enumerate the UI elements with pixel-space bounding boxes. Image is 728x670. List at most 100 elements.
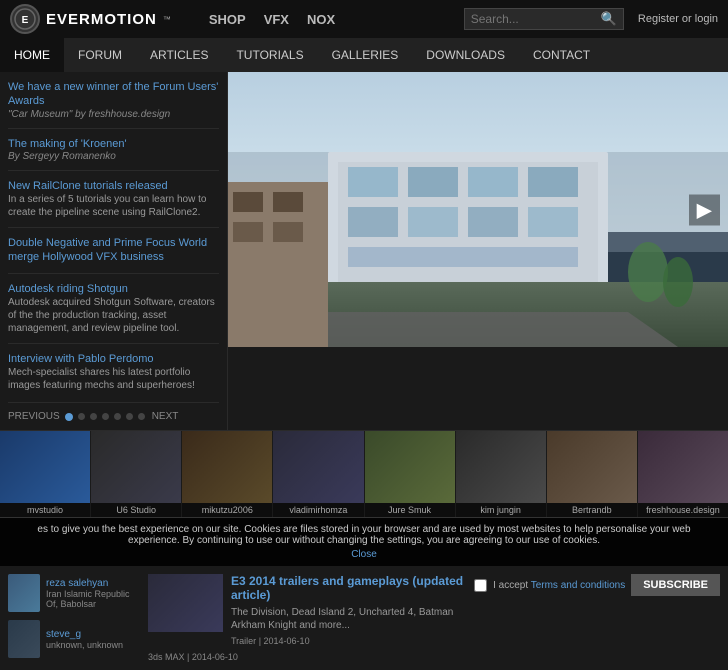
article-title[interactable]: E3 2014 trailers and gameplays (updated …: [231, 574, 464, 602]
thumb-label-1: U6 Studio: [91, 503, 181, 517]
terms-label-prefix: I accept: [493, 580, 531, 591]
news-title-5[interactable]: Interview with Pablo Perdomo: [8, 352, 219, 366]
top-nav: SHOP VFX NOX: [209, 12, 335, 27]
brand-name: EVERMOTION: [46, 11, 157, 28]
news-item-4: Autodesk riding Shotgun Autodesk acquire…: [8, 282, 219, 344]
thumb-img-6: [547, 431, 637, 503]
news-title-0[interactable]: We have a new winner of the Forum Users'…: [8, 80, 219, 109]
subscribe-button[interactable]: SUBSCRIBE: [631, 574, 720, 596]
nav-tutorials[interactable]: TUTORIALS: [222, 38, 317, 72]
nav-galleries[interactable]: GALLERIES: [318, 38, 413, 72]
news-sub-0: "Car Museum" by freshhouse.design: [8, 109, 219, 120]
next-button[interactable]: NEXT: [152, 411, 179, 422]
prev-button[interactable]: PREVIOUS: [8, 411, 60, 422]
news-sub-1: By Sergeyy Romanenko: [8, 151, 219, 162]
user-card-1: steve_g unknown, unknown: [8, 620, 138, 658]
avatar-1: [8, 620, 40, 658]
nav-contact[interactable]: CONTACT: [519, 38, 604, 72]
hero-area: ▶: [228, 72, 728, 347]
thumb-7[interactable]: freshhouse.design: [638, 431, 728, 517]
main-nav: HOME FORUM ARTICLES TUTORIALS GALLERIES …: [0, 38, 728, 72]
bottom-section: reza salehyan Iran Islamic Republic Of, …: [0, 566, 728, 670]
thumb-0[interactable]: mvstudio: [0, 431, 91, 517]
news-item-3: Double Negative and Prime Focus World me…: [8, 236, 219, 274]
news-title-3[interactable]: Double Negative and Prime Focus World me…: [8, 236, 219, 265]
news-desc-2: In a series of 5 tutorials you can learn…: [8, 193, 219, 219]
thumb-label-4: Jure Smuk: [365, 503, 455, 517]
thumb-2[interactable]: mikutzu2006: [182, 431, 273, 517]
top-nav-nox[interactable]: NOX: [307, 12, 335, 27]
news-title-2[interactable]: New RailClone tutorials released: [8, 179, 219, 193]
sidebar: We have a new winner of the Forum Users'…: [0, 72, 228, 430]
top-nav-shop[interactable]: SHOP: [209, 12, 246, 27]
news-title-4[interactable]: Autodesk riding Shotgun: [8, 282, 219, 296]
auth-link[interactable]: Register or login: [638, 13, 718, 25]
news-item-2: New RailClone tutorials released In a se…: [8, 179, 219, 228]
users-column: reza salehyan Iran Islamic Republic Of, …: [8, 574, 138, 662]
cookie-text: es to give you the best experience on ou…: [37, 524, 690, 546]
hero-next-arrow[interactable]: ▶: [689, 194, 720, 225]
thumb-1[interactable]: U6 Studio: [91, 431, 182, 517]
news-item-0: We have a new winner of the Forum Users'…: [8, 80, 219, 129]
logo-icon: E: [10, 4, 40, 34]
thumb-label-3: vladimirhomza: [273, 503, 363, 517]
thumb-img-4: [365, 431, 455, 503]
dot-6[interactable]: [138, 413, 145, 420]
thumb-img-7: [638, 431, 728, 503]
thumb-3[interactable]: vladimirhomza: [273, 431, 364, 517]
dot-4[interactable]: [114, 413, 121, 420]
subscribe-section: I accept Terms and conditions SUBSCRIBE: [474, 574, 720, 662]
dot-5[interactable]: [126, 413, 133, 420]
thumb-label-0: mvstudio: [0, 503, 90, 517]
dot-3[interactable]: [102, 413, 109, 420]
news-title-1[interactable]: The making of 'Kroenen': [8, 137, 219, 151]
user-loc-0: Iran Islamic Republic Of, Babolsar: [46, 589, 138, 609]
cookie-close-button[interactable]: Close: [16, 549, 712, 560]
nav-forum[interactable]: FORUM: [64, 38, 136, 72]
dot-active[interactable]: [65, 413, 73, 421]
thumb-4[interactable]: Jure Smuk: [365, 431, 456, 517]
thumb-label-2: mikutzu2006: [182, 503, 272, 517]
article-text: E3 2014 trailers and gameplays (updated …: [231, 574, 464, 646]
nav-downloads[interactable]: DOWNLOADS: [412, 38, 519, 72]
user-name-0[interactable]: reza salehyan: [46, 578, 138, 589]
terms-checkbox[interactable]: [474, 579, 487, 592]
nav-articles[interactable]: ARTICLES: [136, 38, 222, 72]
dot-2[interactable]: [90, 413, 97, 420]
top-nav-vfx[interactable]: VFX: [264, 12, 289, 27]
article-note: 3ds MAX | 2014-06-10: [148, 652, 464, 662]
thumb-img-0: [0, 431, 90, 503]
terms-link[interactable]: Terms and conditions: [531, 580, 626, 591]
thumb-img-2: [182, 431, 272, 503]
search-icon: 🔍: [601, 11, 617, 27]
thumb-img-5: [456, 431, 546, 503]
nav-home[interactable]: HOME: [0, 38, 64, 72]
cookie-banner: es to give you the best experience on ou…: [0, 517, 728, 566]
search-bar[interactable]: 🔍: [464, 8, 624, 30]
thumb-label-5: kim jungin: [456, 503, 546, 517]
thumb-img-3: [273, 431, 363, 503]
article-tag: Trailer: [231, 636, 256, 646]
dot-1[interactable]: [78, 413, 85, 420]
article-content: E3 2014 trailers and gameplays (updated …: [148, 574, 464, 646]
user-name-1[interactable]: steve_g: [46, 629, 123, 640]
content-area: We have a new winner of the Forum Users'…: [0, 72, 728, 430]
thumb-label-7: freshhouse.design: [638, 503, 728, 517]
terms-label[interactable]: I accept Terms and conditions: [493, 580, 625, 591]
article-meta: Trailer | 2014-06-10: [231, 636, 464, 646]
user-card-0: reza salehyan Iran Islamic Republic Of, …: [8, 574, 138, 612]
logo: E EVERMOTION ™: [10, 4, 171, 34]
article-desc: The Division, Dead Island 2, Uncharted 4…: [231, 606, 464, 632]
news-item-5: Interview with Pablo Perdomo Mech-specia…: [8, 352, 219, 403]
article-date: 2014-06-10: [264, 636, 310, 646]
user-loc-1: unknown, unknown: [46, 640, 123, 650]
thumbnails-row: mvstudio U6 Studio mikutzu2006 vladimirh…: [0, 430, 728, 517]
thumb-5[interactable]: kim jungin: [456, 431, 547, 517]
article-section: E3 2014 trailers and gameplays (updated …: [148, 574, 464, 662]
news-desc-5: Mech-specialist shares his latest portfo…: [8, 366, 219, 392]
trademark: ™: [163, 15, 171, 24]
thumb-6[interactable]: Bertrandb: [547, 431, 638, 517]
news-desc-4: Autodesk acquired Shotgun Software, crea…: [8, 296, 219, 335]
hero-image: [228, 72, 728, 347]
search-input[interactable]: [471, 12, 601, 26]
